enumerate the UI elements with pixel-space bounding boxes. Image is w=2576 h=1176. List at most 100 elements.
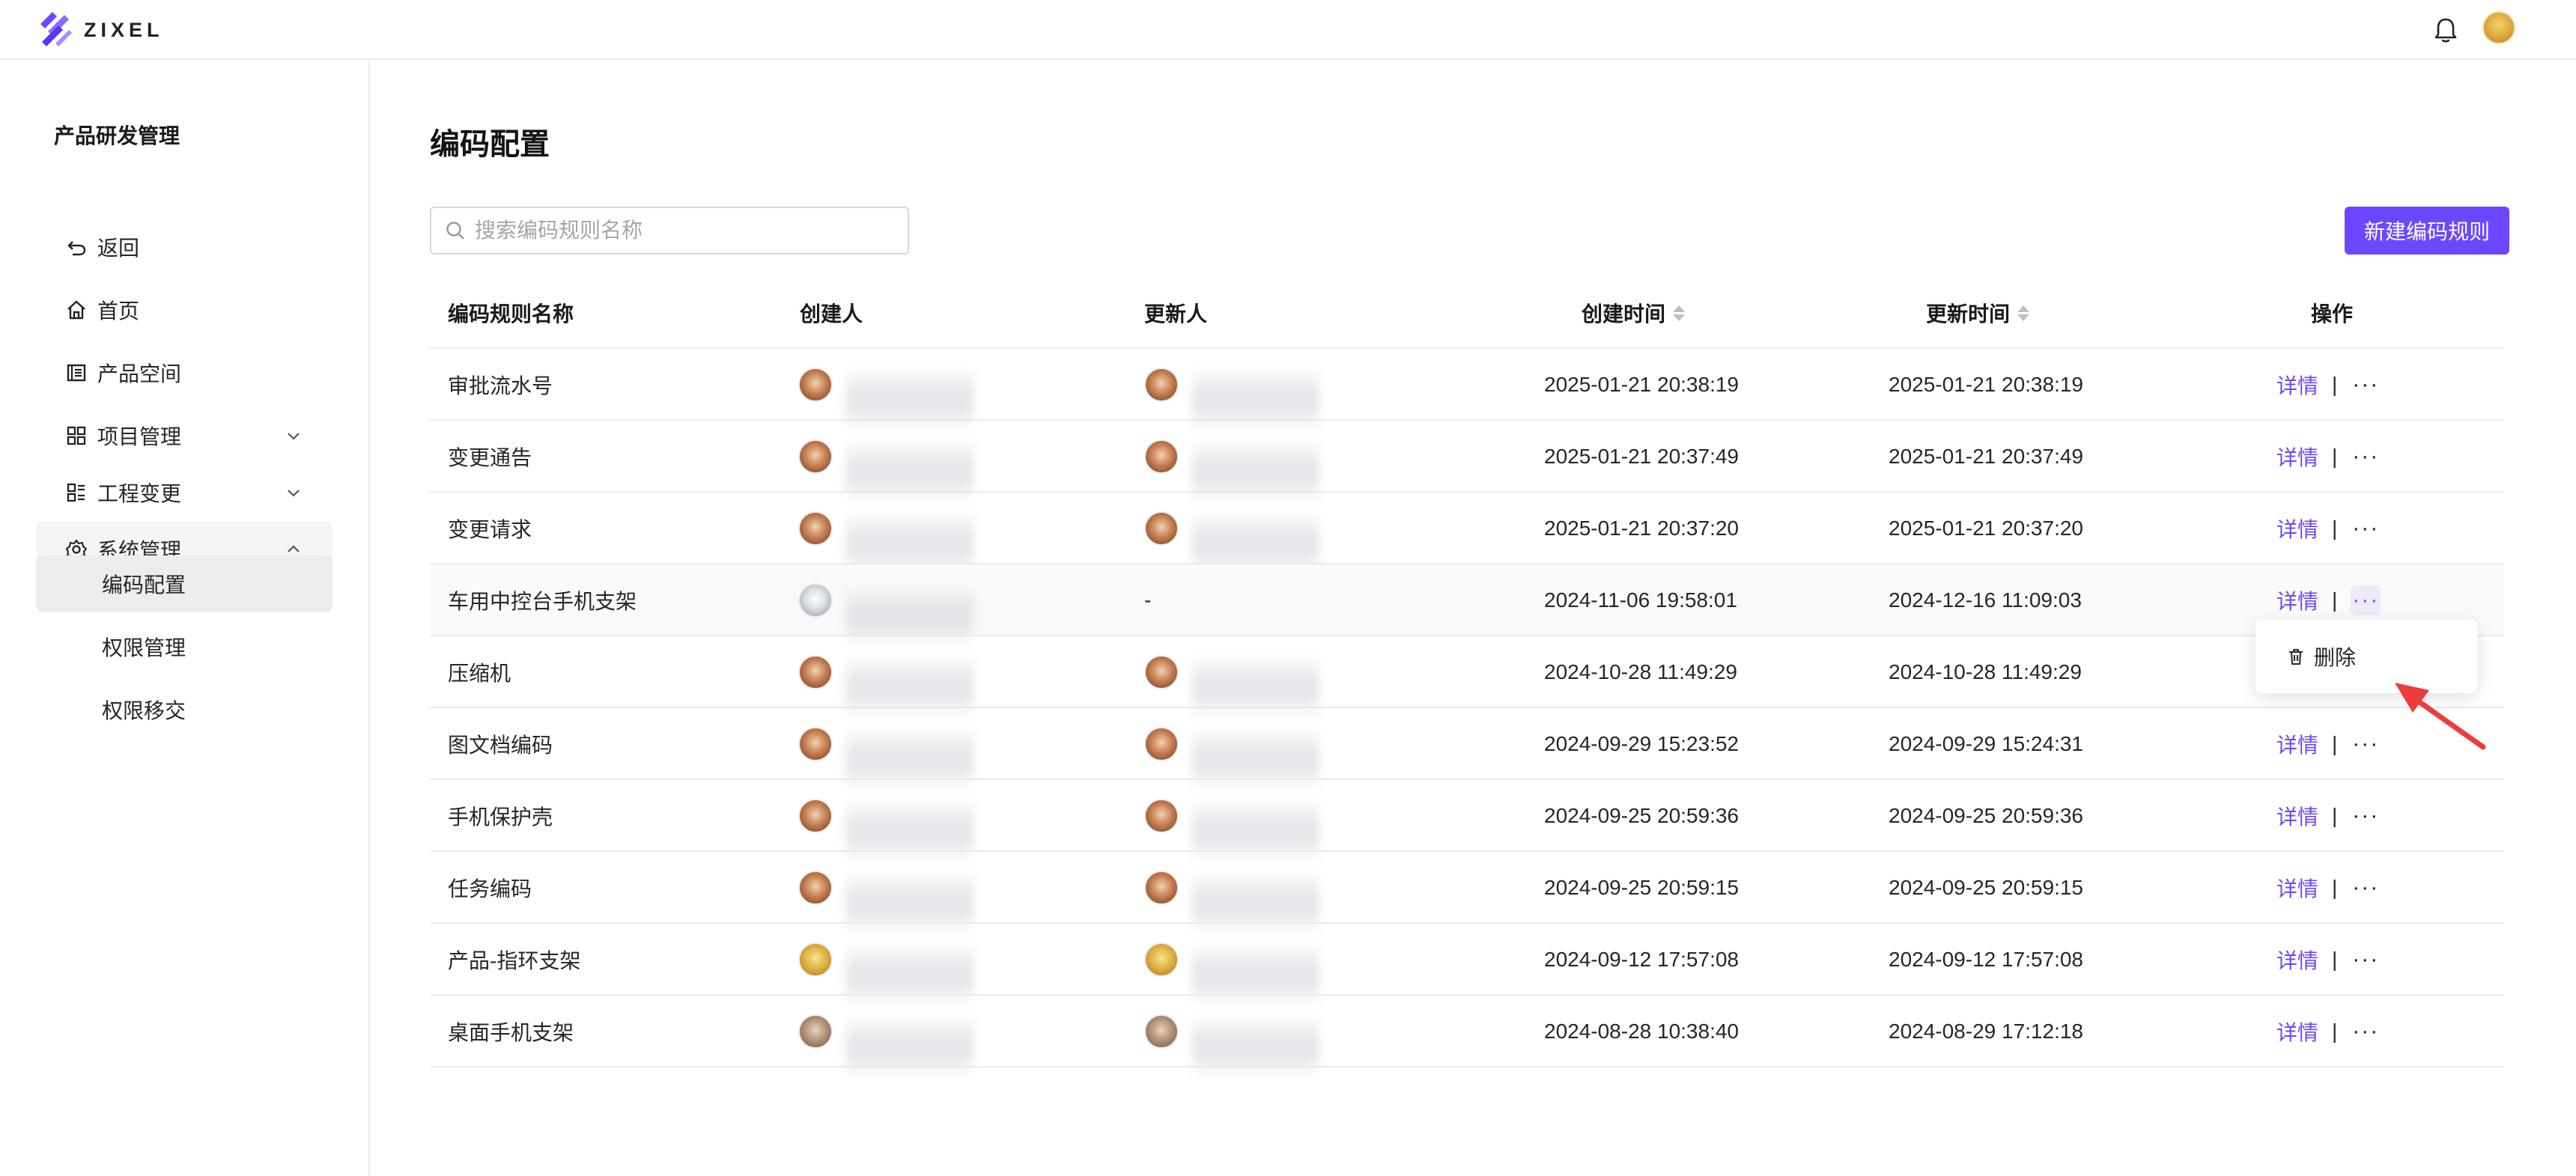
search-box[interactable] (430, 207, 909, 255)
more-actions-button[interactable]: ··· (2351, 873, 2381, 903)
creator-cell (798, 349, 973, 430)
action-separator: | (2332, 445, 2338, 468)
table-row[interactable]: 变更通告 2025-01-21 20:37:49 2025-01-21 20:3… (430, 421, 2504, 502)
action-separator: | (2332, 517, 2338, 540)
more-actions-button[interactable]: ··· (2351, 1017, 2381, 1046)
detail-link[interactable]: 详情 (2276, 873, 2318, 903)
creator-name-blurred (846, 1014, 973, 1077)
creator-cell (798, 564, 973, 646)
table-row[interactable]: 压缩机 2024-10-28 11:49:29 2024-10-28 11:49… (430, 636, 2504, 718)
updated-time-cell: 2024-08-29 17:12:18 (1889, 1020, 2083, 1043)
creator-cell (798, 852, 973, 933)
more-actions-button[interactable]: ··· (2351, 801, 2381, 831)
sidebar-item-label: 产品空间 (97, 362, 182, 386)
updater-cell (1144, 924, 1319, 1005)
created-time-cell: 2024-11-06 19:58:01 (1544, 588, 1737, 612)
updated-time-cell: 2024-09-25 20:59:36 (1889, 804, 2083, 827)
notification-bell-icon[interactable] (2432, 15, 2459, 45)
table-body: 审批流水号 2025-01-21 20:38:19 2025-01-21 20:… (430, 349, 2504, 1077)
actions-cell: 详情 | ··· (2276, 924, 2381, 996)
creator-cell (798, 636, 973, 718)
detail-link[interactable]: 详情 (2276, 729, 2318, 759)
sidebar-subitem-label: 编码配置 (102, 573, 186, 597)
column-header-label: 创建时间 (1582, 302, 1666, 326)
table-row[interactable]: 变更请求 2025-01-21 20:37:20 2025-01-21 20:3… (430, 493, 2504, 574)
action-separator: | (2332, 1020, 2338, 1043)
creator-avatar (798, 439, 833, 474)
rule-name-cell: 车用中控台手机支架 (448, 590, 637, 613)
creator-cell (798, 780, 973, 862)
code-rules-table: 编码规则名称 创建人 更新人 创建时间 更新时间 操作 审批流水号 2025-0… (430, 277, 2504, 1077)
search-input[interactable] (475, 219, 894, 243)
updater-cell (1144, 996, 1319, 1077)
table-row[interactable]: 图文档编码 2024-09-29 15:23:52 2024-09-29 15:… (430, 708, 2504, 790)
column-header-creator: 创建人 (800, 302, 863, 326)
table-row[interactable]: 审批流水号 2025-01-21 20:38:19 2025-01-21 20:… (430, 349, 2504, 430)
creator-avatar (798, 799, 833, 833)
column-header-updated-time[interactable]: 更新时间 (1926, 277, 2030, 349)
created-time-cell: 2024-09-12 17:57:08 (1544, 948, 1739, 971)
updater-name-blurred (1192, 1014, 1319, 1077)
updater-avatar (1144, 942, 1179, 977)
delete-menu-item[interactable]: 删除 (2314, 642, 2356, 671)
back-icon (64, 235, 88, 259)
detail-link[interactable]: 详情 (2276, 945, 2318, 975)
creator-cell (798, 924, 973, 1005)
sidebar-item-product-space[interactable]: 产品空间 (36, 344, 332, 401)
sort-icon[interactable] (1673, 305, 1686, 321)
more-actions-button[interactable]: ··· (2351, 585, 2381, 615)
sidebar-subitem-code-config[interactable]: 编码配置 (36, 555, 332, 612)
table-row[interactable]: 产品-指环支架 2024-09-12 17:57:08 2024-09-12 1… (430, 924, 2504, 1005)
detail-link[interactable]: 详情 (2276, 1017, 2318, 1046)
detail-link[interactable]: 详情 (2276, 370, 2318, 400)
updated-time-cell: 2025-01-21 20:37:49 (1889, 445, 2083, 468)
rule-name-cell: 变更通告 (448, 446, 532, 469)
sidebar-item-project-management[interactable]: 项目管理 (36, 407, 332, 464)
creator-avatar (798, 727, 833, 761)
table-row[interactable]: 手机保护壳 2024-09-25 20:59:36 2024-09-25 20:… (430, 780, 2504, 862)
updater-avatar (1144, 368, 1179, 402)
user-avatar[interactable] (2482, 11, 2515, 44)
sidebar-subitem-permission-management[interactable]: 权限管理 (36, 618, 332, 675)
updater-cell (1144, 708, 1319, 790)
detail-link[interactable]: 详情 (2276, 514, 2318, 543)
updater-cell (1144, 421, 1319, 502)
updater-cell (1144, 780, 1319, 862)
more-actions-button[interactable]: ··· (2351, 442, 2381, 472)
sidebar-item-home[interactable]: 首页 (36, 281, 332, 338)
table-row[interactable]: 任务编码 2024-09-25 20:59:15 2024-09-25 20:5… (430, 852, 2504, 933)
column-header-created-time[interactable]: 创建时间 (1582, 277, 1686, 349)
table-row[interactable]: 桌面手机支架 2024-08-28 10:38:40 2024-08-29 17… (430, 996, 2504, 1077)
sidebar-subitem-label: 权限管理 (102, 636, 186, 659)
rule-name-cell: 变更请求 (448, 518, 532, 541)
created-time-cell: 2024-09-25 20:59:36 (1544, 804, 1739, 827)
more-actions-button[interactable]: ··· (2351, 370, 2381, 400)
detail-link[interactable]: 详情 (2276, 585, 2318, 615)
new-code-rule-button[interactable]: 新建编码规则 (2345, 207, 2509, 255)
action-separator: | (2332, 732, 2338, 755)
sidebar-item-engineering-change[interactable]: 工程变更 (36, 464, 332, 521)
zixel-logo[interactable]: ZIXEL (34, 7, 164, 52)
more-actions-button[interactable]: ··· (2351, 514, 2381, 543)
sidebar-item-back[interactable]: 返回 (36, 219, 332, 275)
updater-cell (1144, 349, 1319, 430)
updater-avatar (1144, 511, 1179, 546)
detail-link[interactable]: 详情 (2276, 801, 2318, 831)
sort-icon[interactable] (2017, 305, 2030, 321)
top-bar: ZIXEL (0, 0, 2576, 60)
updater-cell: - (1144, 564, 1151, 636)
home-icon (64, 298, 88, 322)
updater-cell (1144, 636, 1319, 718)
detail-link[interactable]: 详情 (2276, 442, 2318, 472)
action-separator: | (2332, 876, 2338, 899)
table-row[interactable]: 车用中控台手机支架 - 2024-11-06 19:58:01 2024-12-… (430, 564, 2504, 646)
created-time-cell: 2024-09-29 15:23:52 (1544, 732, 1739, 755)
updater-avatar (1144, 1014, 1179, 1049)
sidebar-subitem-permission-transfer[interactable]: 权限移交 (36, 681, 332, 738)
more-actions-button[interactable]: ··· (2351, 945, 2381, 975)
creator-avatar (798, 655, 833, 689)
more-actions-button[interactable]: ··· (2351, 729, 2381, 759)
created-time-cell: 2025-01-21 20:37:20 (1544, 517, 1739, 540)
creator-cell (798, 708, 973, 790)
column-header-updater: 更新人 (1144, 302, 1208, 326)
